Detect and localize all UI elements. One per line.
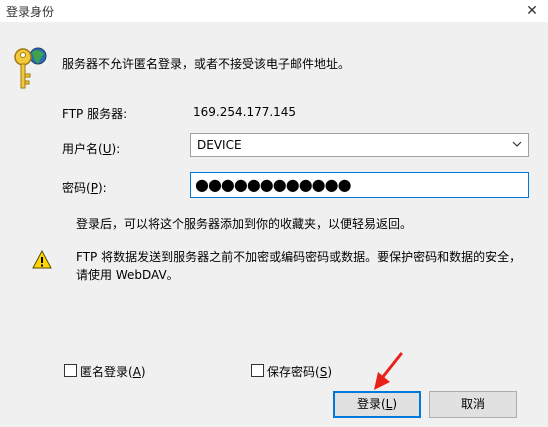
warning-icon <box>32 249 52 270</box>
chevron-down-icon[interactable] <box>510 137 524 151</box>
save-password-checkbox[interactable] <box>251 364 264 377</box>
window-title: 登录身份 <box>6 5 55 19</box>
username-combobox[interactable]: DEVICE <box>190 133 529 157</box>
password-label-key: P <box>90 181 98 195</box>
anonymous-label-key: A <box>132 365 141 379</box>
anonymous-label-end: ) <box>140 365 146 379</box>
keys-icon <box>10 44 50 92</box>
password-label-text: 密码( <box>62 181 91 195</box>
username-label-end: ): <box>111 142 121 156</box>
anonymous-label[interactable]: 匿名登录(A) <box>80 363 146 380</box>
favorites-info: 登录后，可以将这个服务器添加到你的收藏夹，以便轻易返回。 <box>76 217 413 231</box>
username-label-text: 用户名( <box>62 142 103 156</box>
login-button-text: 登录( <box>356 397 386 411</box>
password-label-end: ): <box>97 181 107 195</box>
save-password-label-text: 保存密码( <box>267 365 320 379</box>
server-label: FTP 服务器: <box>62 107 128 121</box>
server-value: 169.254.177.145 <box>193 105 297 119</box>
username-value: DEVICE <box>197 138 242 152</box>
title-bar <box>0 0 548 22</box>
cancel-button[interactable]: 取消 <box>429 391 517 418</box>
save-password-label[interactable]: 保存密码(S) <box>267 363 332 380</box>
login-button-end: ) <box>392 397 398 411</box>
security-warning: FTP 将数据发送到服务器之前不加密或编码密码或数据。要保护密码和数据的安全，请… <box>76 250 522 282</box>
login-message: 服务器不允许匿名登录，或者不接受该电子邮件地址。 <box>62 57 351 71</box>
password-value: ●●●●●●●●●●●● <box>195 175 352 194</box>
save-password-label-end: ) <box>327 365 332 379</box>
login-button[interactable]: 登录(L) <box>333 391 421 418</box>
username-label: 用户名(U): <box>62 140 120 157</box>
close-icon[interactable]: ✕ <box>522 2 542 20</box>
password-field[interactable]: ●●●●●●●●●●●● <box>190 172 529 198</box>
annotation-arrow-icon <box>368 352 404 392</box>
anonymous-label-text: 匿名登录( <box>80 365 133 379</box>
anonymous-checkbox[interactable] <box>64 364 77 377</box>
password-label: 密码(P): <box>62 179 107 196</box>
